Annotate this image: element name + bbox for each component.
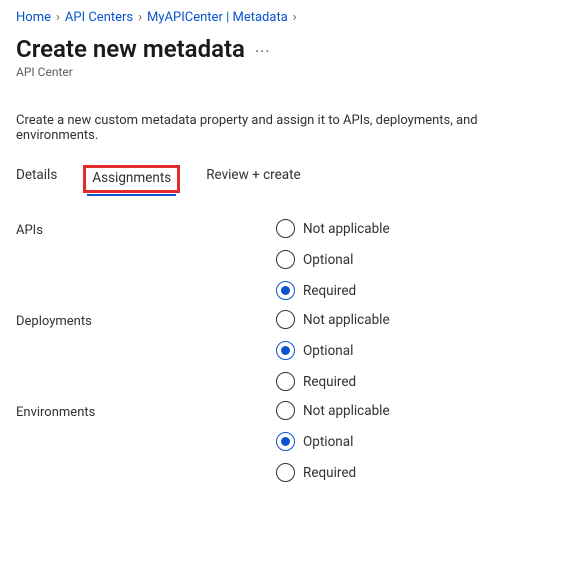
- tab-details[interactable]: Details: [16, 163, 57, 195]
- radio-label: Required: [303, 374, 356, 390]
- radio-group: Not applicable Optional Required: [276, 219, 390, 300]
- page-subtitle: API Center: [16, 65, 561, 79]
- assignment-row: Deployments Not applicable Optional Require…: [16, 310, 561, 391]
- page-title: Create new metadata: [16, 35, 245, 63]
- radio-group: Not applicable Optional Required: [276, 310, 390, 391]
- radio-label: Optional: [303, 343, 353, 359]
- radio-label: Required: [303, 465, 356, 481]
- chevron-right-icon: ›: [136, 10, 144, 25]
- assignments-section: APIsNot applicableOptionalRequiredDeploy…: [16, 219, 561, 482]
- assignment-label: Deployments: [16, 310, 276, 329]
- radio-dot-icon: [281, 286, 290, 295]
- radio-optional[interactable]: Optional: [276, 432, 390, 451]
- tabs: Details Assignments Review + create: [16, 163, 561, 195]
- radio-not_applicable[interactable]: Not applicable: [276, 310, 390, 329]
- radio-icon: [276, 310, 295, 329]
- more-icon[interactable]: ···: [255, 38, 271, 61]
- radio-label: Not applicable: [303, 403, 390, 419]
- radio-icon: [276, 281, 295, 300]
- radio-icon: [276, 432, 295, 451]
- radio-not_applicable[interactable]: Not applicable: [276, 219, 390, 238]
- tab-assignments[interactable]: Assignments: [89, 163, 174, 195]
- radio-dot-icon: [281, 346, 290, 355]
- breadcrumb-link[interactable]: Home: [16, 10, 51, 25]
- radio-optional[interactable]: Optional: [276, 341, 390, 360]
- radio-icon: [276, 250, 295, 269]
- chevron-right-icon: ›: [291, 10, 299, 25]
- tab-review-create[interactable]: Review + create: [206, 163, 300, 195]
- radio-dot-icon: [281, 437, 290, 446]
- radio-optional[interactable]: Optional: [276, 250, 390, 269]
- radio-required[interactable]: Required: [276, 372, 390, 391]
- radio-label: Optional: [303, 434, 353, 450]
- assignment-row: Environments Not applicable Optional Requir…: [16, 401, 561, 482]
- page-description: Create a new custom metadata property an…: [16, 113, 561, 143]
- radio-not_applicable[interactable]: Not applicable: [276, 401, 390, 420]
- chevron-right-icon: ›: [54, 10, 62, 25]
- breadcrumb-link[interactable]: MyAPICenter | Metadata: [147, 10, 288, 25]
- radio-label: Required: [303, 283, 356, 299]
- radio-icon: [276, 341, 295, 360]
- highlight-callout: Assignments: [83, 165, 180, 193]
- radio-icon: [276, 372, 295, 391]
- radio-label: Not applicable: [303, 221, 390, 237]
- breadcrumb: Home›API Centers›MyAPICenter | Metadata›: [16, 10, 561, 25]
- radio-icon: [276, 219, 295, 238]
- radio-group: Not applicable Optional Required: [276, 401, 390, 482]
- assignment-label: APIs: [16, 219, 276, 238]
- radio-label: Not applicable: [303, 312, 390, 328]
- radio-icon: [276, 463, 295, 482]
- radio-required[interactable]: Required: [276, 281, 390, 300]
- radio-label: Optional: [303, 252, 353, 268]
- radio-required[interactable]: Required: [276, 463, 390, 482]
- breadcrumb-link[interactable]: API Centers: [65, 10, 133, 25]
- assignment-label: Environments: [16, 401, 276, 420]
- assignment-row: APIs Not applicable Optional Required: [16, 219, 561, 300]
- radio-icon: [276, 401, 295, 420]
